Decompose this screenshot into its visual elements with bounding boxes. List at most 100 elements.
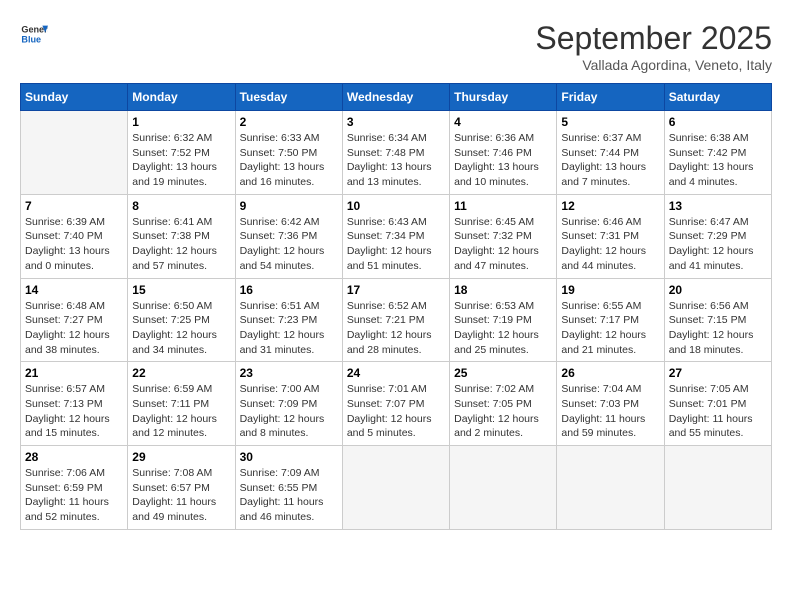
day-detail: Sunrise: 6:41 AM Sunset: 7:38 PM Dayligh… bbox=[132, 215, 230, 274]
calendar-cell: 26 Sunrise: 7:04 AM Sunset: 7:03 PM Dayli… bbox=[557, 362, 664, 446]
column-header-saturday: Saturday bbox=[664, 84, 771, 111]
calendar-week-1: 1 Sunrise: 6:32 AM Sunset: 7:52 PM Daylig… bbox=[21, 111, 772, 195]
day-number: 22 bbox=[132, 366, 230, 380]
calendar-table: SundayMondayTuesdayWednesdayThursdayFrid… bbox=[20, 83, 772, 530]
calendar-header: SundayMondayTuesdayWednesdayThursdayFrid… bbox=[21, 84, 772, 111]
day-detail: Sunrise: 6:55 AM Sunset: 7:17 PM Dayligh… bbox=[561, 299, 659, 358]
day-number: 13 bbox=[669, 199, 767, 213]
day-number: 24 bbox=[347, 366, 445, 380]
calendar-week-4: 21 Sunrise: 6:57 AM Sunset: 7:13 PM Dayli… bbox=[21, 362, 772, 446]
day-detail: Sunrise: 7:06 AM Sunset: 6:59 PM Dayligh… bbox=[25, 466, 123, 525]
calendar-cell: 27 Sunrise: 7:05 AM Sunset: 7:01 PM Dayli… bbox=[664, 362, 771, 446]
calendar-cell: 24 Sunrise: 7:01 AM Sunset: 7:07 PM Dayli… bbox=[342, 362, 449, 446]
calendar-cell: 7Sunrise: 6:39 AM Sunset: 7:40 PM Daylig… bbox=[21, 194, 128, 278]
day-detail: Sunrise: 6:56 AM Sunset: 7:15 PM Dayligh… bbox=[669, 299, 767, 358]
calendar-cell: 22 Sunrise: 6:59 AM Sunset: 7:11 PM Dayli… bbox=[128, 362, 235, 446]
calendar-cell bbox=[342, 446, 449, 530]
day-detail: Sunrise: 7:08 AM Sunset: 6:57 PM Dayligh… bbox=[132, 466, 230, 525]
day-number: 25 bbox=[454, 366, 552, 380]
day-detail: Sunrise: 6:51 AM Sunset: 7:23 PM Dayligh… bbox=[240, 299, 338, 358]
day-detail: Sunrise: 7:09 AM Sunset: 6:55 PM Dayligh… bbox=[240, 466, 338, 525]
day-detail: Sunrise: 6:48 AM Sunset: 7:27 PM Dayligh… bbox=[25, 299, 123, 358]
day-detail: Sunrise: 6:34 AM Sunset: 7:48 PM Dayligh… bbox=[347, 131, 445, 190]
day-number: 10 bbox=[347, 199, 445, 213]
day-number: 16 bbox=[240, 283, 338, 297]
day-number: 6 bbox=[669, 115, 767, 129]
day-number: 3 bbox=[347, 115, 445, 129]
svg-text:Blue: Blue bbox=[21, 34, 41, 44]
calendar-cell: 14 Sunrise: 6:48 AM Sunset: 7:27 PM Dayli… bbox=[21, 278, 128, 362]
calendar-cell: 4Sunrise: 6:36 AM Sunset: 7:46 PM Daylig… bbox=[450, 111, 557, 195]
day-number: 26 bbox=[561, 366, 659, 380]
month-title: September 2025 bbox=[535, 20, 772, 57]
logo-icon: General Blue bbox=[20, 20, 48, 48]
day-number: 7 bbox=[25, 199, 123, 213]
calendar-cell: 20 Sunrise: 6:56 AM Sunset: 7:15 PM Dayli… bbox=[664, 278, 771, 362]
day-number: 21 bbox=[25, 366, 123, 380]
day-number: 19 bbox=[561, 283, 659, 297]
day-detail: Sunrise: 6:46 AM Sunset: 7:31 PM Dayligh… bbox=[561, 215, 659, 274]
day-number: 30 bbox=[240, 450, 338, 464]
day-detail: Sunrise: 6:53 AM Sunset: 7:19 PM Dayligh… bbox=[454, 299, 552, 358]
calendar-week-3: 14 Sunrise: 6:48 AM Sunset: 7:27 PM Dayli… bbox=[21, 278, 772, 362]
day-detail: Sunrise: 6:43 AM Sunset: 7:34 PM Dayligh… bbox=[347, 215, 445, 274]
calendar-cell: 6Sunrise: 6:38 AM Sunset: 7:42 PM Daylig… bbox=[664, 111, 771, 195]
title-block: September 2025 Vallada Agordina, Veneto,… bbox=[535, 20, 772, 73]
calendar-cell: 16 Sunrise: 6:51 AM Sunset: 7:23 PM Dayli… bbox=[235, 278, 342, 362]
calendar-cell bbox=[450, 446, 557, 530]
calendar-cell: 15 Sunrise: 6:50 AM Sunset: 7:25 PM Dayli… bbox=[128, 278, 235, 362]
day-number: 11 bbox=[454, 199, 552, 213]
day-detail: Sunrise: 6:32 AM Sunset: 7:52 PM Dayligh… bbox=[132, 131, 230, 190]
calendar-cell: 30 Sunrise: 7:09 AM Sunset: 6:55 PM Dayli… bbox=[235, 446, 342, 530]
day-number: 28 bbox=[25, 450, 123, 464]
column-header-monday: Monday bbox=[128, 84, 235, 111]
calendar-week-5: 28 Sunrise: 7:06 AM Sunset: 6:59 PM Dayli… bbox=[21, 446, 772, 530]
calendar-cell: 19 Sunrise: 6:55 AM Sunset: 7:17 PM Dayli… bbox=[557, 278, 664, 362]
calendar-cell: 13Sunrise: 6:47 AM Sunset: 7:29 PM Dayli… bbox=[664, 194, 771, 278]
calendar-cell: 1 Sunrise: 6:32 AM Sunset: 7:52 PM Daylig… bbox=[128, 111, 235, 195]
page-header: General Blue September 2025 Vallada Agor… bbox=[20, 20, 772, 73]
column-header-wednesday: Wednesday bbox=[342, 84, 449, 111]
calendar-cell: 5Sunrise: 6:37 AM Sunset: 7:44 PM Daylig… bbox=[557, 111, 664, 195]
column-header-friday: Friday bbox=[557, 84, 664, 111]
day-number: 9 bbox=[240, 199, 338, 213]
calendar-cell: 9Sunrise: 6:42 AM Sunset: 7:36 PM Daylig… bbox=[235, 194, 342, 278]
calendar-cell: 25 Sunrise: 7:02 AM Sunset: 7:05 PM Dayli… bbox=[450, 362, 557, 446]
day-number: 8 bbox=[132, 199, 230, 213]
day-detail: Sunrise: 6:59 AM Sunset: 7:11 PM Dayligh… bbox=[132, 382, 230, 441]
day-number: 14 bbox=[25, 283, 123, 297]
day-number: 17 bbox=[347, 283, 445, 297]
column-header-thursday: Thursday bbox=[450, 84, 557, 111]
day-detail: Sunrise: 7:01 AM Sunset: 7:07 PM Dayligh… bbox=[347, 382, 445, 441]
day-detail: Sunrise: 6:57 AM Sunset: 7:13 PM Dayligh… bbox=[25, 382, 123, 441]
calendar-cell: 11 Sunrise: 6:45 AM Sunset: 7:32 PM Dayli… bbox=[450, 194, 557, 278]
calendar-cell bbox=[21, 111, 128, 195]
calendar-cell: 21 Sunrise: 6:57 AM Sunset: 7:13 PM Dayli… bbox=[21, 362, 128, 446]
day-number: 12 bbox=[561, 199, 659, 213]
logo: General Blue bbox=[20, 20, 48, 48]
calendar-cell: 8 Sunrise: 6:41 AM Sunset: 7:38 PM Daylig… bbox=[128, 194, 235, 278]
day-detail: Sunrise: 7:05 AM Sunset: 7:01 PM Dayligh… bbox=[669, 382, 767, 441]
calendar-cell: 3 Sunrise: 6:34 AM Sunset: 7:48 PM Daylig… bbox=[342, 111, 449, 195]
calendar-cell: 29Sunrise: 7:08 AM Sunset: 6:57 PM Dayli… bbox=[128, 446, 235, 530]
day-detail: Sunrise: 6:45 AM Sunset: 7:32 PM Dayligh… bbox=[454, 215, 552, 274]
calendar-cell: 28 Sunrise: 7:06 AM Sunset: 6:59 PM Dayli… bbox=[21, 446, 128, 530]
day-detail: Sunrise: 6:36 AM Sunset: 7:46 PM Dayligh… bbox=[454, 131, 552, 190]
location-subtitle: Vallada Agordina, Veneto, Italy bbox=[535, 57, 772, 73]
calendar-cell: 23Sunrise: 7:00 AM Sunset: 7:09 PM Dayli… bbox=[235, 362, 342, 446]
day-detail: Sunrise: 6:50 AM Sunset: 7:25 PM Dayligh… bbox=[132, 299, 230, 358]
day-detail: Sunrise: 7:04 AM Sunset: 7:03 PM Dayligh… bbox=[561, 382, 659, 441]
day-number: 20 bbox=[669, 283, 767, 297]
calendar-cell: 10 Sunrise: 6:43 AM Sunset: 7:34 PM Dayli… bbox=[342, 194, 449, 278]
day-headers-row: SundayMondayTuesdayWednesdayThursdayFrid… bbox=[21, 84, 772, 111]
calendar-cell: 17Sunrise: 6:52 AM Sunset: 7:21 PM Dayli… bbox=[342, 278, 449, 362]
calendar-week-2: 7Sunrise: 6:39 AM Sunset: 7:40 PM Daylig… bbox=[21, 194, 772, 278]
column-header-tuesday: Tuesday bbox=[235, 84, 342, 111]
calendar-body: 1 Sunrise: 6:32 AM Sunset: 7:52 PM Daylig… bbox=[21, 111, 772, 530]
day-number: 15 bbox=[132, 283, 230, 297]
day-number: 1 bbox=[132, 115, 230, 129]
day-number: 5 bbox=[561, 115, 659, 129]
day-detail: Sunrise: 7:02 AM Sunset: 7:05 PM Dayligh… bbox=[454, 382, 552, 441]
day-number: 23 bbox=[240, 366, 338, 380]
day-number: 27 bbox=[669, 366, 767, 380]
